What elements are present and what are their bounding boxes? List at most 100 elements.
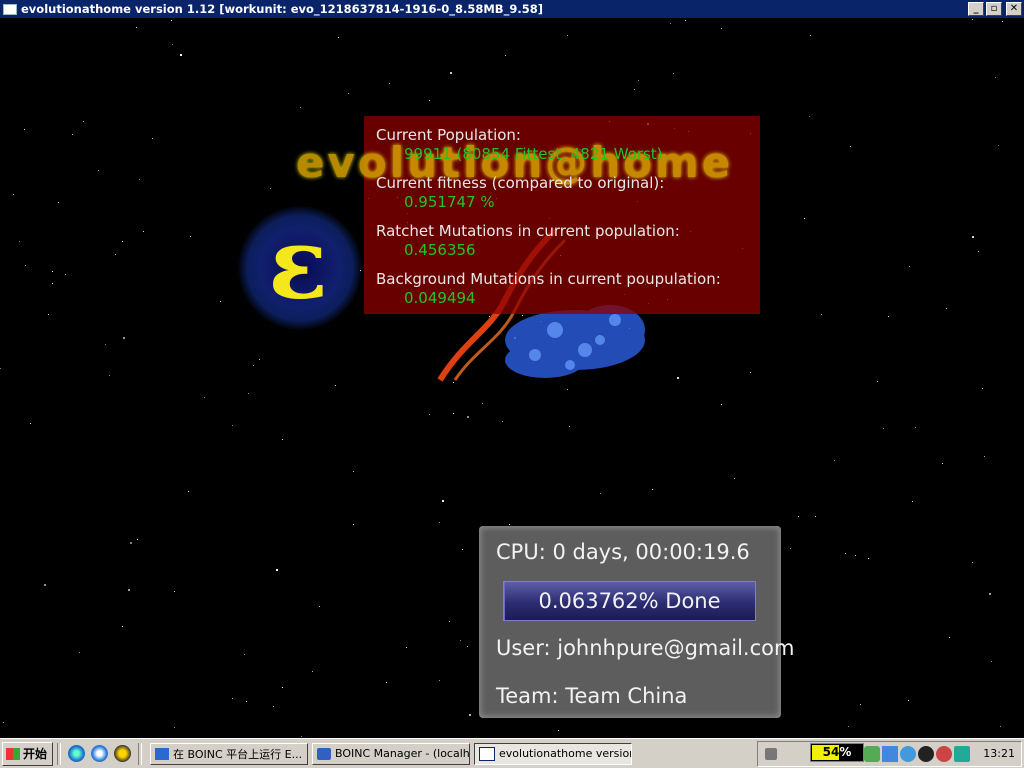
star — [467, 646, 468, 647]
team-info: Team: Team China — [496, 684, 688, 708]
star — [105, 344, 106, 345]
close-button[interactable]: ✕ — [1006, 2, 1022, 16]
network-icon[interactable] — [864, 745, 881, 762]
star — [972, 236, 974, 238]
star — [908, 700, 909, 701]
star — [98, 170, 99, 171]
taskbar-separator — [57, 742, 62, 765]
star — [30, 423, 31, 424]
star — [502, 421, 503, 422]
minimize-button[interactable]: _ — [968, 2, 984, 16]
cpu-time: CPU: 0 days, 00:00:19.6 — [496, 540, 750, 564]
star — [989, 593, 991, 595]
system-tray: 13:21 — [757, 740, 1022, 767]
star — [122, 626, 123, 627]
star — [244, 654, 245, 655]
star — [972, 19, 973, 20]
qq-icon[interactable] — [114, 745, 132, 762]
cpu-usage-meter[interactable]: 54% — [810, 743, 864, 762]
star — [949, 637, 950, 638]
ie-icon[interactable] — [68, 745, 86, 762]
star — [467, 416, 469, 418]
star — [721, 404, 722, 405]
star — [335, 385, 336, 386]
star — [509, 524, 510, 525]
star — [462, 549, 463, 550]
window-icon — [479, 746, 496, 761]
clock[interactable]: 13:21 — [983, 747, 1015, 760]
star — [429, 414, 430, 415]
star — [569, 426, 570, 427]
star — [25, 265, 26, 266]
taskbar: 开始 在 BOINC 平台上运行 E... BOINC Manager - (l… — [0, 738, 1024, 768]
keyboard-icon[interactable] — [765, 747, 778, 760]
star — [19, 241, 20, 242]
star — [721, 28, 722, 29]
star — [855, 555, 856, 556]
star — [567, 35, 568, 36]
star — [319, 606, 320, 607]
qq-icon[interactable] — [918, 745, 935, 762]
star — [860, 704, 861, 705]
task-button-boinc-browser[interactable]: 在 BOINC 平台上运行 E... — [150, 742, 309, 765]
star — [915, 427, 916, 428]
window-title: evolutionathome version 1.12 [workunit: … — [21, 2, 543, 16]
star — [65, 274, 66, 275]
star — [130, 542, 132, 544]
star — [312, 671, 313, 672]
star — [1000, 726, 1001, 727]
window-title-bar[interactable]: evolutionathome version 1.12 [workunit: … — [0, 0, 1024, 18]
star — [946, 308, 947, 309]
star — [24, 129, 25, 130]
star — [877, 381, 878, 382]
network-status-icon[interactable] — [900, 745, 917, 762]
star — [137, 539, 138, 540]
star — [348, 93, 349, 94]
star — [652, 489, 653, 490]
user-info: User: johnhpure@gmail.com — [496, 636, 795, 660]
progress-bar: 0.063762% Done — [503, 581, 756, 621]
star — [734, 478, 735, 479]
star — [809, 116, 810, 117]
star — [909, 266, 910, 267]
star — [83, 121, 84, 122]
star — [984, 456, 985, 457]
star — [72, 134, 73, 135]
background-mutations-value: 0.049494 — [404, 289, 476, 307]
start-button[interactable]: 开始 — [2, 741, 54, 766]
task-button-evolutionathome[interactable]: evolutionathome version... — [474, 742, 633, 765]
antivirus-icon[interactable] — [936, 745, 953, 762]
star — [995, 77, 996, 78]
star — [845, 553, 846, 554]
star — [834, 460, 835, 461]
star — [174, 591, 175, 592]
star — [439, 522, 440, 523]
star — [188, 491, 189, 492]
app-tray-icon[interactable] — [954, 745, 971, 762]
star — [353, 524, 354, 525]
star — [52, 271, 53, 272]
star — [685, 20, 686, 21]
star — [982, 388, 983, 389]
task-button-boinc-manager[interactable]: BOINC Manager - (localh... — [312, 742, 471, 765]
star — [300, 107, 301, 108]
star — [442, 500, 444, 502]
cpu-meter-value: 54 — [822, 745, 840, 759]
star — [677, 377, 679, 379]
star — [232, 698, 233, 699]
star — [634, 89, 635, 90]
background-mutations-label: Background Mutations in current poupulat… — [376, 270, 721, 288]
cpu-meter-text: 54% — [811, 744, 863, 761]
computer-icon[interactable] — [882, 745, 899, 762]
star — [143, 231, 144, 232]
star — [942, 463, 943, 464]
population-label: Current Population: — [376, 126, 521, 144]
star — [136, 27, 137, 28]
star — [439, 680, 440, 681]
media-player-icon[interactable] — [91, 745, 109, 762]
start-label: 开始 — [23, 747, 48, 761]
star — [821, 314, 822, 315]
maximize-button[interactable]: ▫ — [986, 2, 1002, 16]
star — [174, 727, 175, 728]
star — [338, 37, 339, 38]
